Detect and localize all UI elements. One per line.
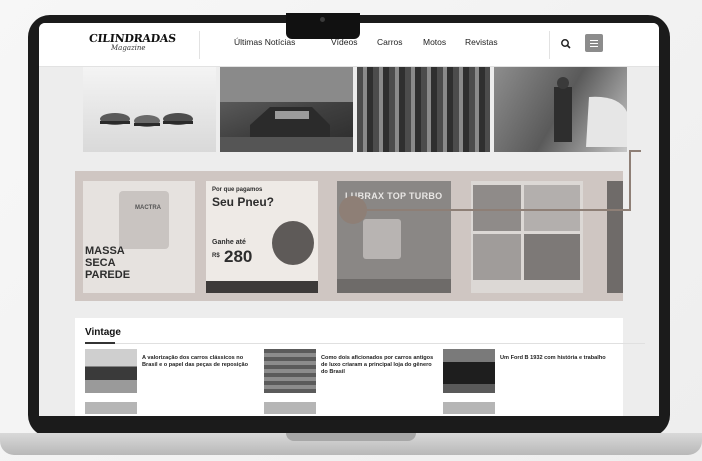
search-icon[interactable] <box>559 37 573 51</box>
article-thumbnail[interactable] <box>443 349 495 393</box>
ad-tile-pneu[interactable]: Por que pagamos Seu Pneu? Ganhe até R$ 2… <box>206 181 318 293</box>
nav-divider <box>199 31 200 59</box>
featured-photo-strip <box>83 67 627 152</box>
ad-banner-carousel: MACTRA MASSA SECA PAREDE Por que pagamos… <box>75 171 623 301</box>
nav-item-motos[interactable]: Motos <box>423 37 465 47</box>
section-title-underline <box>85 342 115 344</box>
section-divider <box>115 342 645 344</box>
callout-line <box>629 150 641 152</box>
article-card[interactable]: Como dois aficionados por carros antigos… <box>264 349 442 395</box>
callout-line <box>367 209 629 211</box>
scene: CILINDRADAS Magazine Últimas Notícias Ví… <box>0 0 702 461</box>
site-logo[interactable]: CILINDRADAS Magazine <box>88 32 176 58</box>
article-thumbnail[interactable] <box>264 402 316 414</box>
nav-divider <box>549 31 550 59</box>
article-thumbnail[interactable] <box>264 349 316 393</box>
featured-photo[interactable] <box>220 67 353 152</box>
section-title: Vintage <box>85 327 121 338</box>
ad-line: MASSA <box>85 245 125 257</box>
featured-photo[interactable] <box>494 67 627 152</box>
nav-item-carros[interactable]: Carros <box>377 37 423 47</box>
camera-notch <box>286 13 360 39</box>
ad-currency: R$ <box>212 253 220 259</box>
laptop-base <box>0 433 702 455</box>
logo-subtitle: Magazine <box>111 44 146 52</box>
article-headline[interactable]: Como dois aficionados por carros antigos… <box>321 355 439 377</box>
ad-tile-partial[interactable] <box>607 181 623 293</box>
ad-cta: Ganhe até <box>212 239 246 246</box>
laptop-base-groove <box>286 433 416 441</box>
article-card[interactable]: Um Ford B 1932 com história e trabalho <box>443 349 621 395</box>
callout-line <box>629 150 631 211</box>
camera-icon <box>320 17 325 22</box>
ad-line: Seu Pneu? <box>212 195 275 209</box>
ad-amount: 280 <box>224 247 253 266</box>
featured-photo[interactable] <box>357 67 490 152</box>
article-thumbnail[interactable] <box>85 402 137 414</box>
hotspot-marker[interactable] <box>339 196 367 224</box>
ad-line: PAREDE <box>85 269 131 281</box>
ad-brand: MACTRA <box>135 205 161 211</box>
article-headline[interactable]: A valorização dos carros clássicos no Br… <box>142 355 260 369</box>
ad-tile-hotel[interactable] <box>471 181 583 293</box>
ad-line: SECA <box>85 257 116 269</box>
nav-item-revistas[interactable]: Revistas <box>465 37 505 47</box>
main-nav: Últimas Notícias Vídeos Carros Motos Rev… <box>234 37 505 47</box>
ad-tile-massa-parede[interactable]: MACTRA MASSA SECA PAREDE <box>83 181 195 293</box>
article-headline[interactable]: Um Ford B 1932 com história e trabalho <box>500 355 618 362</box>
article-thumbnail[interactable] <box>85 349 137 393</box>
hamburger-menu-icon[interactable] <box>585 34 603 52</box>
ad-line: Por que pagamos <box>212 187 263 193</box>
featured-photo[interactable] <box>83 67 216 152</box>
article-thumbnail[interactable] <box>443 402 495 414</box>
article-card[interactable]: A valorização dos carros clássicos no Br… <box>85 349 263 395</box>
vintage-section: Vintage A valorização dos carros clássic… <box>75 318 645 416</box>
